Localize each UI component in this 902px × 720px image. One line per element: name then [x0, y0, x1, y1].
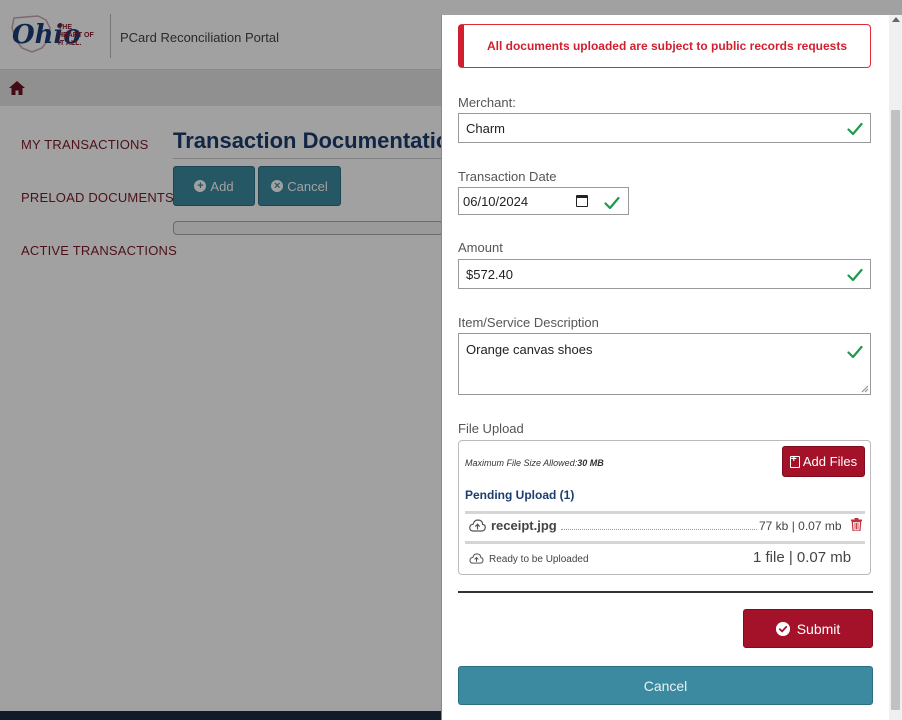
trash-icon[interactable] — [851, 518, 862, 531]
cloud-upload-status-icon — [469, 553, 484, 564]
merchant-label: Merchant: — [458, 95, 516, 110]
amount-input[interactable]: $572.40 — [458, 259, 871, 289]
pending-divider-bottom — [465, 541, 865, 544]
pending-file-name: receipt.jpg — [491, 518, 557, 533]
add-files-label: Add Files — [802, 454, 858, 469]
file-upload-label: File Upload — [458, 421, 524, 436]
file-upload-box: Maximum File Size Allowed:30 MB Add File… — [458, 440, 871, 575]
upload-summary: 1 file | 0.07 mb — [753, 549, 852, 566]
merchant-input[interactable]: Charm — [458, 113, 871, 143]
panel-scrollbar[interactable] — [889, 15, 902, 720]
add-files-button[interactable]: Add Files — [782, 446, 865, 477]
form-divider — [458, 591, 873, 593]
submit-button[interactable]: Submit — [743, 609, 873, 648]
cancel-button[interactable]: Cancel — [458, 666, 873, 705]
description-value: Orange canvas shoes — [466, 342, 593, 357]
amount-label: Amount — [458, 240, 503, 255]
scrollbar-thumb[interactable] — [891, 110, 900, 710]
pending-divider-top — [465, 511, 865, 514]
max-size-label: Maximum File Size Allowed: — [465, 458, 578, 468]
description-valid-check-icon — [847, 345, 863, 359]
public-records-alert: All documents uploaded are subject to pu… — [458, 24, 871, 68]
max-size-value: 30 MB — [577, 458, 604, 468]
file-plus-icon — [789, 454, 800, 468]
ready-status-text: Ready to be Uploaded — [489, 554, 589, 565]
calendar-icon[interactable] — [576, 195, 588, 207]
max-file-size-note: Maximum File Size Allowed:30 MB — [465, 458, 604, 468]
cloud-upload-icon — [469, 519, 486, 532]
description-label: Item/Service Description — [458, 315, 599, 330]
pending-upload-title: Pending Upload (1) — [465, 488, 575, 502]
transaction-date-valid-check-icon — [604, 196, 620, 210]
leader-dots — [561, 529, 757, 530]
cancel-label: Cancel — [643, 677, 688, 694]
amount-valid-check-icon — [847, 268, 863, 282]
merchant-valid-check-icon — [847, 122, 863, 136]
pending-file-row: receipt.jpg 77 kb | 0.07 mb — [465, 515, 865, 537]
check-circle-icon — [775, 621, 790, 636]
submit-label: Submit — [796, 620, 841, 637]
transaction-upload-panel: All documents uploaded are subject to pu… — [441, 15, 902, 720]
merchant-value: Charm — [466, 120, 506, 136]
resize-grip-icon[interactable] — [861, 385, 869, 393]
pending-file-size: 77 kb | 0.07 mb — [759, 519, 842, 533]
transaction-date-label: Transaction Date — [458, 169, 557, 184]
transaction-date-value: 06/10/2024 — [463, 193, 529, 209]
amount-value: $572.40 — [466, 266, 513, 282]
scroll-up-arrow-icon[interactable] — [892, 17, 900, 22]
description-textarea[interactable]: Orange canvas shoes — [458, 333, 871, 395]
